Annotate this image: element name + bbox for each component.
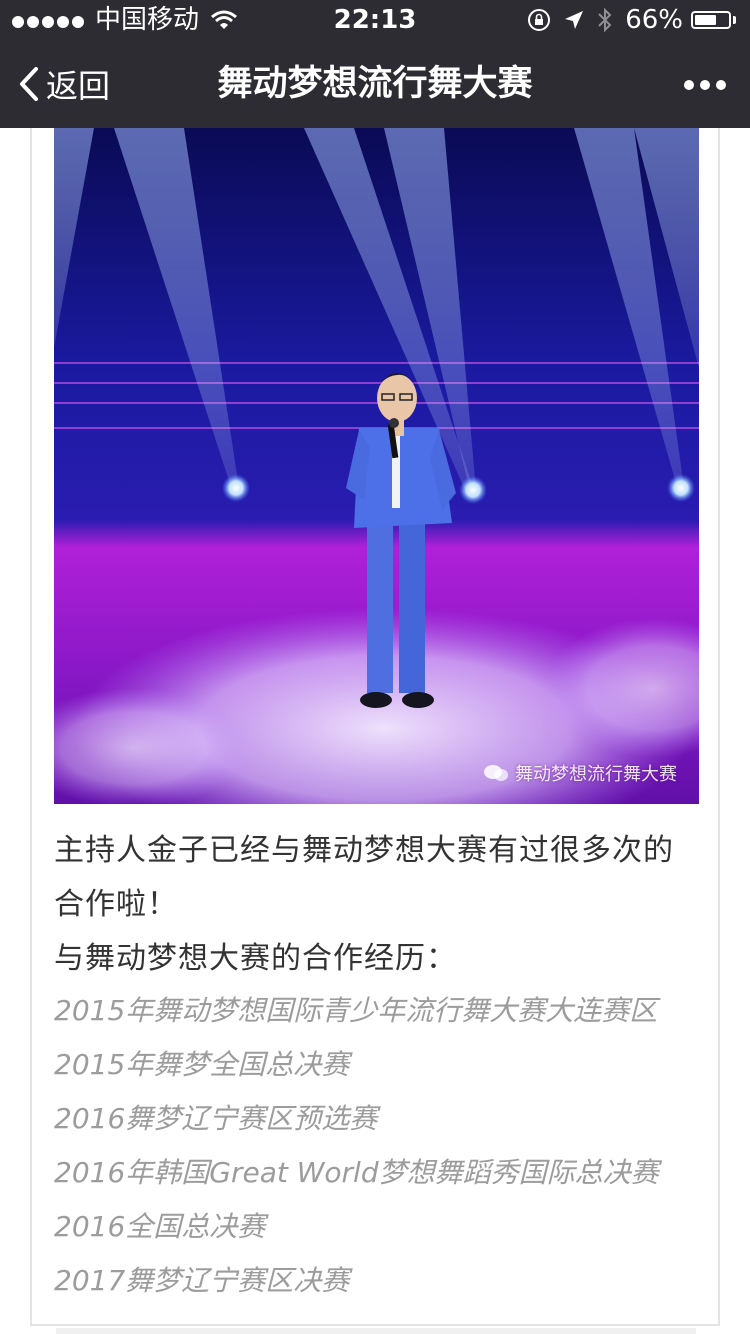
- wechat-article-screen: 中国移动 22:13 66% 返回 舞动梦想流行舞大赛 舞动梦想流行舞大赛 主持…: [0, 0, 750, 1334]
- back-button[interactable]: 返回: [18, 40, 110, 128]
- article-content[interactable]: 舞动梦想流行舞大赛 主持人金子已经与舞动梦想大赛有过很多次的合作啦！ 与舞动梦想…: [0, 124, 750, 1334]
- back-label: 返回: [46, 67, 111, 105]
- nav-bar: 返回 舞动梦想流行舞大赛: [0, 40, 750, 128]
- more-dots-icon: [678, 75, 726, 94]
- location-arrow-icon: [565, 11, 584, 29]
- history-item: 2015年舞动梦想国际青少年流行舞大赛大连赛区: [54, 994, 658, 1027]
- status-bar: 中国移动 22:13 66%: [0, 0, 750, 40]
- history-item: 2016舞梦辽宁赛区预选赛: [54, 1102, 378, 1135]
- status-right: 66%: [527, 0, 736, 40]
- battery-cap: [733, 16, 736, 24]
- history-item: 2016年韩国Great World梦想舞蹈秀国际总决赛: [54, 1156, 659, 1189]
- history-list: 2015年舞动梦想国际青少年流行舞大赛大连赛区 2015年舞梦全国总决赛 201…: [54, 984, 702, 1308]
- image-watermark: 舞动梦想流行舞大赛: [483, 760, 677, 786]
- stage-photo-illustration: [54, 128, 699, 804]
- bluetooth-icon: [598, 7, 612, 33]
- history-heading: 与舞动梦想大赛的合作经历：: [54, 941, 457, 976]
- chevron-left-icon: [20, 67, 38, 101]
- battery-percent: 66%: [625, 5, 683, 35]
- history-item: 2017舞梦辽宁赛区决赛: [54, 1264, 350, 1297]
- battery-fill: [695, 15, 716, 25]
- battery-icon: [691, 11, 731, 29]
- history-item: 2015年舞梦全国总决赛: [54, 1048, 350, 1081]
- wechat-icon: [484, 765, 508, 781]
- page-title: 舞动梦想流行舞大赛: [217, 64, 533, 104]
- watermark-text: 舞动梦想流行舞大赛: [515, 764, 677, 785]
- orientation-lock-icon: [528, 9, 551, 31]
- top-bar: 中国移动 22:13 66% 返回 舞动梦想流行舞大赛: [0, 0, 750, 128]
- card-bottom-edge: [56, 1328, 696, 1334]
- history-item: 2016全国总决赛: [54, 1210, 266, 1243]
- article-intro: 主持人金子已经与舞动梦想大赛有过很多次的合作啦！ 与舞动梦想大赛的合作经历：: [54, 824, 702, 986]
- article-card: 舞动梦想流行舞大赛 主持人金子已经与舞动梦想大赛有过很多次的合作啦！ 与舞动梦想…: [30, 124, 720, 1326]
- more-button[interactable]: [678, 40, 726, 128]
- intro-paragraph: 主持人金子已经与舞动梦想大赛有过很多次的合作啦！: [54, 833, 674, 922]
- stage-photo[interactable]: 舞动梦想流行舞大赛: [54, 128, 699, 804]
